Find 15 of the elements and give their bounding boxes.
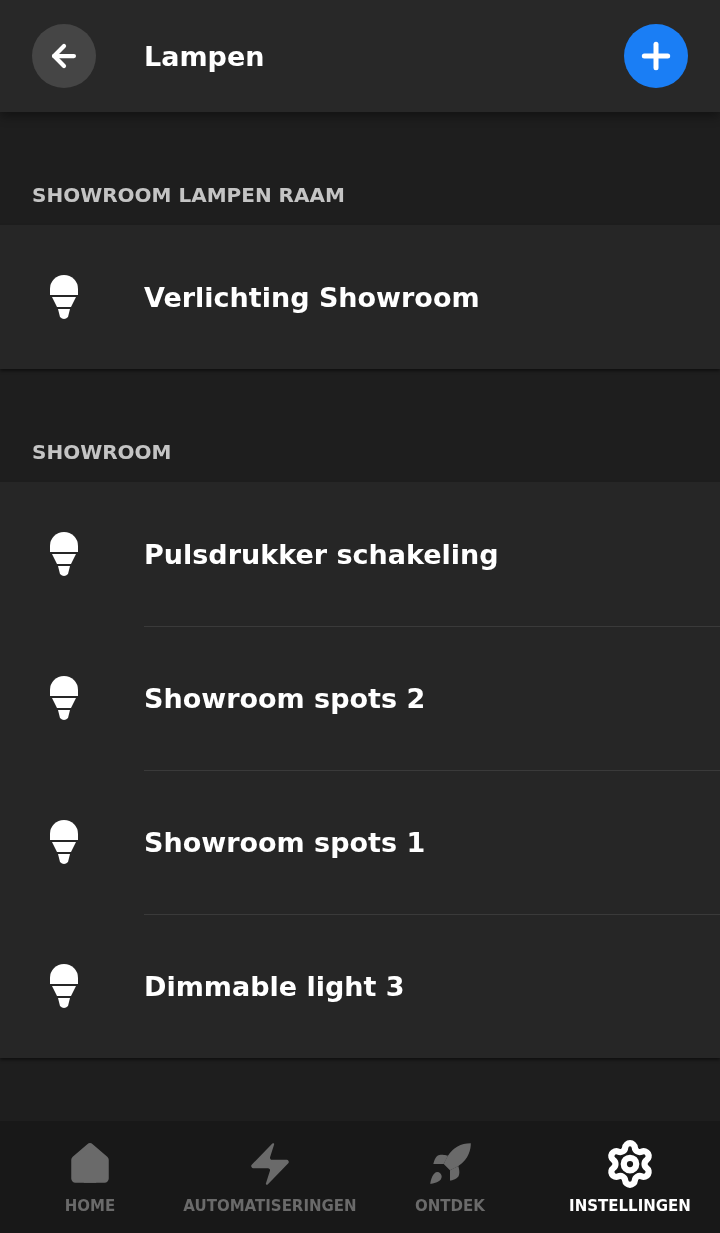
light-name[interactable]: Verlichting Showroom <box>144 281 480 313</box>
settings-icon <box>605 1139 655 1189</box>
section-title: SHOWROOM <box>31 439 173 466</box>
light-name[interactable]: Dimmable light 3 <box>144 970 405 1002</box>
bulb-icon <box>48 818 80 866</box>
page-title: Lampen <box>144 40 266 72</box>
light-name[interactable]: Showroom spots 1 <box>144 826 426 858</box>
bulb-icon <box>48 674 80 722</box>
bulb-icon <box>48 273 80 321</box>
bulb-icon <box>48 962 80 1010</box>
section-title: SHOWROOM LAMPEN RAAM <box>31 182 346 209</box>
light-name[interactable]: Pulsdrukker schakeling <box>144 538 499 570</box>
light-name[interactable]: Showroom spots 2 <box>144 682 426 714</box>
bulb-icon <box>48 530 80 578</box>
nav-tab[interactable]: INSTELLINGEN <box>540 1121 720 1233</box>
